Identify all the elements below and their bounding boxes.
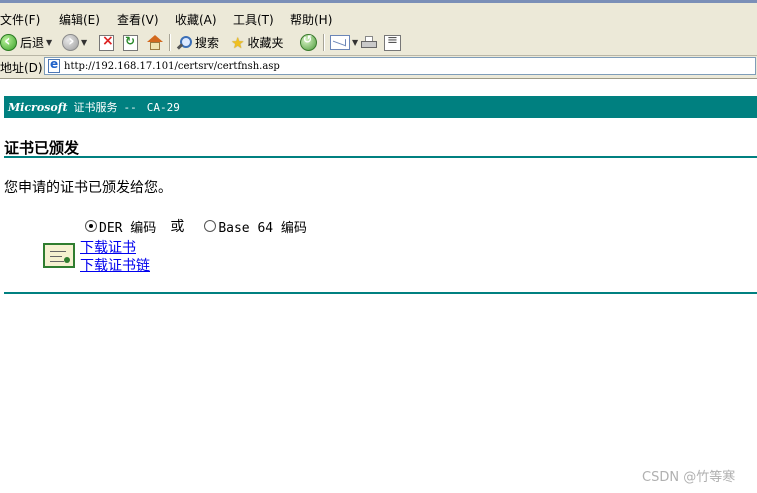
edit-page-icon	[384, 33, 401, 51]
menu-favorites[interactable]: 收藏(A)	[175, 11, 217, 28]
service-name: 证书服务	[73, 101, 118, 114]
footer-divider	[4, 292, 757, 294]
standard-toolbar: 后退 ▼ ▼ 搜索 ★ 收藏夹 ▼	[0, 30, 757, 56]
page-title: 证书已颁发	[4, 139, 80, 157]
favorites-star-icon: ★	[231, 33, 245, 52]
or-label: 或	[170, 219, 185, 235]
address-label: 地址(D)	[0, 61, 43, 75]
toolbar-separator	[169, 34, 171, 51]
microsoft-brand: Microsoft	[8, 100, 68, 114]
back-dropdown-icon[interactable]: ▼	[46, 38, 52, 47]
cert-services-banner: Microsoft 证书服务 -- CA-29	[4, 96, 757, 118]
certificate-icon	[43, 243, 75, 268]
history-button[interactable]	[300, 33, 317, 52]
edit-button[interactable]	[384, 33, 401, 52]
back-button[interactable]: 后退 ▼	[0, 31, 52, 52]
forward-button[interactable]: ▼	[62, 31, 87, 52]
print-button[interactable]	[361, 33, 377, 52]
banner-separator: --	[123, 100, 137, 114]
favorites-button[interactable]: ★ 收藏夹	[231, 33, 283, 52]
download-certificate-chain-link[interactable]: 下载证书链	[80, 255, 150, 275]
title-divider	[4, 156, 757, 158]
back-label: 后退	[20, 36, 45, 50]
encoding-options: DER 编码 或 Base 64 编码	[85, 216, 307, 236]
stop-button[interactable]	[99, 33, 114, 52]
menu-view[interactable]: 查看(V)	[117, 11, 159, 28]
watermark: CSDN @竹等寒	[642, 470, 736, 485]
address-input[interactable]: http://192.168.17.101/certsrv/certfnsh.a…	[44, 57, 756, 75]
back-arrow-icon	[0, 31, 17, 51]
menu-edit[interactable]: 编辑(E)	[59, 11, 100, 28]
search-label: 搜索	[195, 36, 220, 50]
refresh-icon	[123, 34, 138, 51]
favorites-label: 收藏夹	[247, 36, 284, 50]
home-icon	[147, 34, 163, 51]
der-radio[interactable]	[85, 220, 97, 232]
ca-name: CA-29	[146, 100, 180, 114]
menu-file[interactable]: 文件(F)	[0, 11, 40, 28]
toolbar-separator	[323, 34, 325, 51]
download-certificate-link[interactable]: 下载证书	[80, 237, 136, 257]
forward-arrow-icon	[62, 31, 79, 51]
base64-label: Base 64 编码	[218, 220, 307, 236]
stop-icon	[99, 33, 114, 51]
refresh-button[interactable]	[123, 33, 138, 52]
search-button[interactable]: 搜索	[176, 33, 219, 52]
mail-icon	[330, 35, 350, 50]
menu-tools[interactable]: 工具(T)	[233, 11, 274, 28]
home-button[interactable]	[147, 33, 163, 52]
base64-radio[interactable]	[204, 220, 217, 232]
address-url: http://192.168.17.101/certsrv/certfnsh.a…	[64, 60, 280, 72]
history-icon	[300, 33, 317, 51]
search-icon	[176, 35, 192, 51]
menu-help[interactable]: 帮助(H)	[290, 11, 332, 28]
forward-dropdown-icon[interactable]: ▼	[81, 38, 87, 47]
ie-page-icon	[48, 57, 60, 73]
window-title-edge	[0, 0, 757, 3]
mail-dropdown-icon[interactable]: ▼	[352, 38, 358, 47]
address-bar: 地址(D) http://192.168.17.101/certsrv/cert…	[0, 56, 757, 79]
der-label: DER 编码	[99, 220, 157, 236]
print-icon	[361, 35, 377, 50]
issued-message: 您申请的证书已颁发给您。	[4, 180, 172, 196]
mail-button[interactable]: ▼	[330, 33, 358, 52]
menu-bar: 文件(F) 编辑(E) 查看(V) 收藏(A) 工具(T) 帮助(H)	[0, 0, 757, 34]
